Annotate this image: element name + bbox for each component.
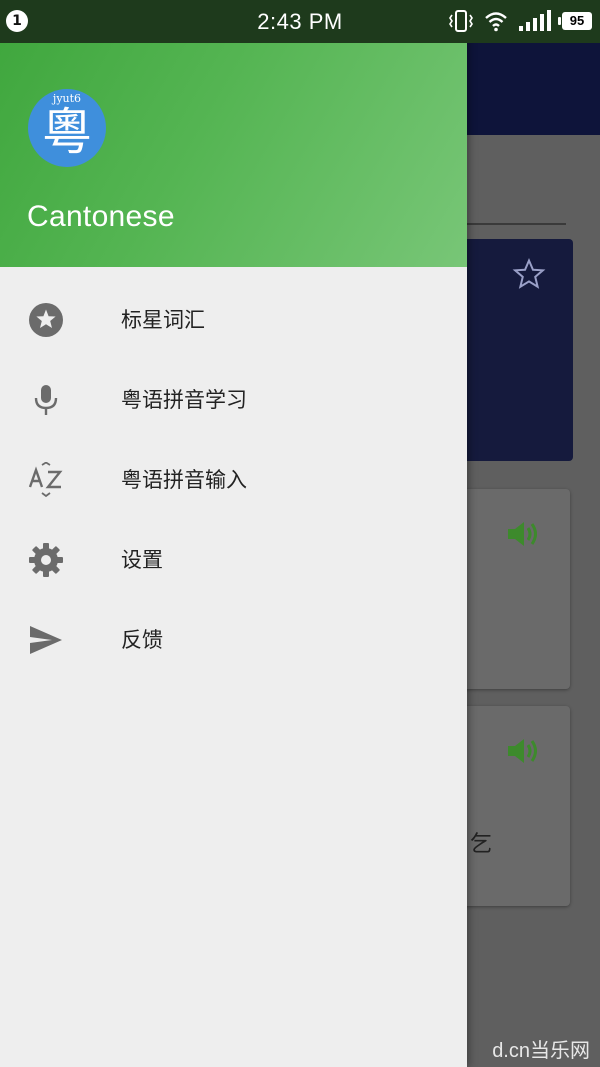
menu-item-label: 反馈 — [121, 628, 163, 652]
menu-item-starred-words[interactable]: 标星词汇 — [0, 280, 467, 360]
menu-item-settings[interactable]: 设置 — [0, 520, 467, 600]
navigation-drawer: jyut6 粵 Cantonese 标星词汇 粤语拼音学习 粤语拼音输入 设置 … — [0, 0, 467, 1067]
menu-item-label: 设置 — [121, 548, 163, 572]
microphone-icon — [34, 385, 58, 415]
battery-icon: 95 — [558, 12, 592, 30]
menu-item-jyutping-learning[interactable]: 粤语拼音学习 — [0, 360, 467, 440]
signal-icon — [519, 10, 551, 31]
background-text-fragment: 乞 — [470, 832, 493, 857]
menu-item-label: 粤语拼音输入 — [121, 468, 247, 492]
gear-icon — [29, 543, 63, 577]
status-icons: 95 — [448, 9, 592, 33]
menu-item-feedback[interactable]: 反馈 — [0, 600, 467, 680]
speaker-icon — [508, 522, 537, 546]
speaker-icon — [508, 739, 537, 763]
status-bar: 1 2:43 PM 95 — [0, 0, 600, 43]
logo-character: 粵 — [42, 103, 92, 161]
app-logo: jyut6 粵 — [28, 89, 106, 167]
drawer-menu: 标星词汇 粤语拼音学习 粤语拼音输入 设置 反馈 — [0, 280, 467, 680]
app-name: Cantonese — [27, 200, 175, 233]
send-icon — [30, 626, 62, 654]
star-outline-icon — [512, 258, 546, 289]
vibrate-icon — [449, 10, 473, 32]
watermark: d.cn当乐网 — [492, 1040, 590, 1062]
menu-item-label: 标星词汇 — [121, 308, 205, 332]
a-z-sort-icon — [28, 462, 63, 498]
star-icon — [29, 303, 63, 337]
menu-item-label: 粤语拼音学习 — [121, 388, 247, 412]
wifi-icon — [485, 12, 507, 32]
menu-item-jyutping-input[interactable]: 粤语拼音输入 — [0, 440, 467, 520]
